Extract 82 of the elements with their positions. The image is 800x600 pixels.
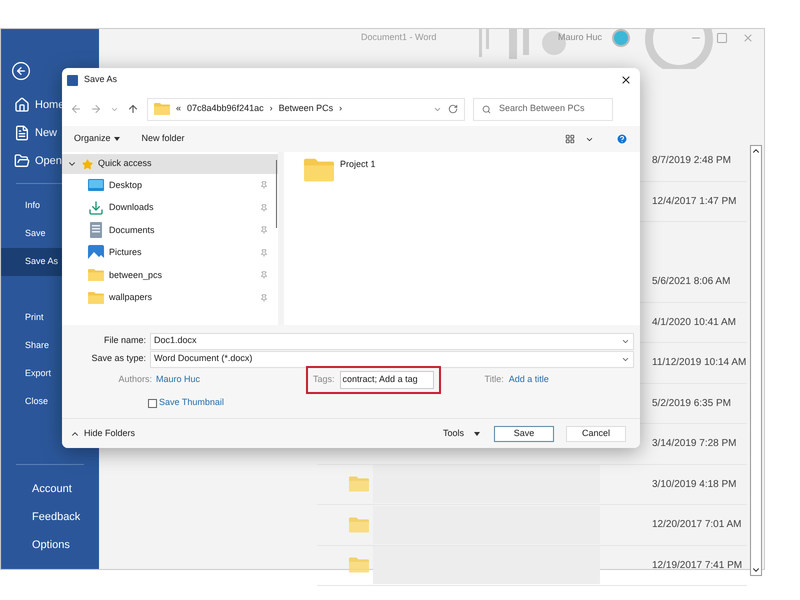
hide-folders-button[interactable]: Hide Folders [70, 426, 136, 440]
checkbox[interactable] [148, 398, 157, 408]
refresh-icon[interactable] [448, 104, 458, 114]
date-text: 5/6/2021 8:06 AM [652, 275, 730, 290]
download-icon [88, 200, 104, 216]
nav-item[interactable]: Close [1, 388, 99, 416]
dialog-button[interactable]: Save [494, 426, 554, 442]
toolbar-button[interactable]: Organize [74, 132, 120, 146]
folder-icon [154, 103, 170, 115]
window-title: Document1 - Word [361, 31, 436, 44]
document-icon [90, 222, 102, 238]
folder-icon [349, 557, 369, 574]
date-text: 12/19/2017 7:41 PM [652, 558, 742, 573]
nav-label: wallpapers [109, 291, 152, 304]
folder-icon [349, 516, 369, 533]
nav-label: Downloads [109, 201, 154, 214]
nav-item[interactable]: Feedback [1, 503, 99, 531]
star-icon [82, 158, 93, 170]
folder-item[interactable]: Project 1 [304, 158, 640, 182]
view-icon[interactable] [565, 134, 575, 144]
breadcrumb[interactable]: 07c8a4bb96f241ac [187, 102, 264, 116]
search-field[interactable]: Search Between PCs [473, 98, 613, 120]
nav-label: Desktop [109, 178, 142, 192]
date-text: 3/14/2019 7:28 PM [652, 437, 737, 452]
dialog-title: Save As [84, 73, 118, 86]
dropdown-field[interactable]: Word Document (*.docx) [150, 350, 634, 368]
date-text: 3/10/2019 4:18 PM [652, 478, 737, 492]
nav-label: Pictures [109, 246, 142, 259]
nav-item[interactable]: Account [1, 475, 99, 503]
caret-icon [474, 432, 480, 436]
open-folder-icon [14, 153, 30, 169]
nav-label: Documents [109, 224, 155, 236]
desktop-icon [88, 179, 104, 192]
folder-icon [304, 158, 334, 182]
up-icon[interactable] [127, 103, 139, 115]
address-bar[interactable]: « 07c8a4bb96f241ac › Between PCs › [147, 98, 465, 120]
tags-field[interactable]: contract; Add a tag [340, 371, 434, 389]
dropdown-field[interactable]: Doc1.docx [150, 332, 634, 350]
date-text: 8/7/2019 2:48 PM [652, 154, 731, 168]
pin-icon [260, 226, 268, 234]
title-link[interactable]: Add a title [508, 373, 549, 387]
folder-icon [88, 269, 104, 282]
close-icon[interactable] [620, 74, 632, 86]
picture-icon [88, 244, 104, 261]
date-text: 5/2/2019 6:35 PM [652, 396, 731, 411]
folder-icon [88, 292, 104, 304]
home-icon [14, 97, 30, 113]
dialog-button[interactable]: Cancel [566, 426, 626, 442]
search-placeholder: Search Between PCs [499, 102, 585, 116]
field-label: Authors: [117, 373, 153, 386]
search-icon [482, 104, 491, 114]
pin-icon [260, 294, 268, 302]
breadcrumb[interactable]: Between PCs [278, 102, 334, 116]
date-text: 4/1/2020 10:41 AM [652, 316, 736, 330]
nav-item[interactable]: Quick access [62, 154, 278, 174]
field-label: Title: [484, 373, 504, 386]
folder-icon [349, 476, 369, 492]
nav-label: between_pcs [109, 268, 162, 282]
scrollbar[interactable] [750, 145, 762, 576]
caret-icon [114, 137, 120, 141]
document-icon [14, 125, 30, 141]
word-logo-icon [67, 74, 78, 86]
pin-icon [260, 181, 268, 190]
nav-item[interactable]: Options [1, 531, 99, 559]
nav-label: Quick access [98, 157, 152, 170]
authors-link[interactable]: Mauro Huc [156, 373, 200, 387]
breadcrumb[interactable]: « [176, 102, 182, 116]
field-label: Save as type: [90, 352, 147, 366]
date-text: 12/4/2017 1:47 PM [652, 194, 737, 209]
pin-icon [260, 271, 268, 280]
back-icon[interactable] [11, 61, 31, 81]
date-text: 11/12/2019 10:14 AM [652, 356, 746, 370]
checkbox-label[interactable]: Save Thumbnail [159, 396, 224, 410]
tools-button[interactable]: Tools [442, 426, 480, 440]
user-name: Mauro Huc [558, 31, 602, 44]
pin-icon [260, 204, 268, 212]
toolbar-button[interactable]: New folder [142, 132, 185, 146]
pin-icon [260, 248, 268, 257]
date-text: 12/20/2017 7:01 AM [652, 518, 742, 532]
field-label: File name: [102, 334, 147, 348]
help-icon[interactable] [616, 133, 628, 145]
field-label: Tags: [313, 373, 335, 386]
